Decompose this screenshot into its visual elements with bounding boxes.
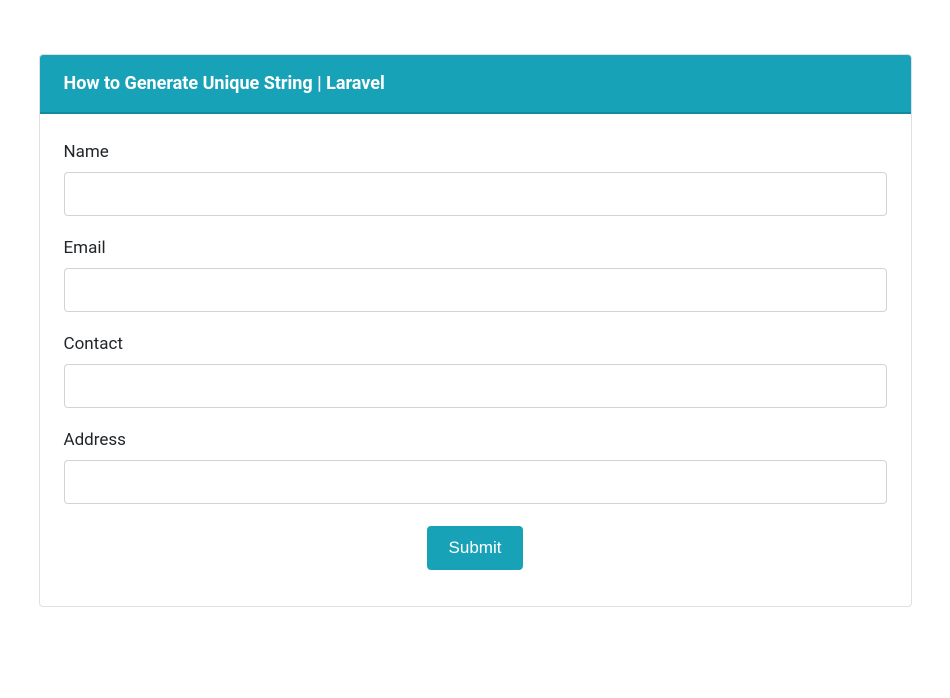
contact-input[interactable] <box>64 364 887 408</box>
form-group-contact: Contact <box>64 334 887 408</box>
card-title: How to Generate Unique String | Laravel <box>64 73 385 94</box>
submit-wrap: Submit <box>64 526 887 570</box>
address-label: Address <box>64 430 887 450</box>
card-body: Name Email Contact Address Submit <box>40 114 911 606</box>
form-group-email: Email <box>64 238 887 312</box>
form-card: How to Generate Unique String | Laravel … <box>39 54 912 607</box>
form-group-address: Address <box>64 430 887 504</box>
submit-button[interactable]: Submit <box>427 526 524 570</box>
contact-label: Contact <box>64 334 887 354</box>
form-group-name: Name <box>64 142 887 216</box>
address-input[interactable] <box>64 460 887 504</box>
name-label: Name <box>64 142 887 162</box>
name-input[interactable] <box>64 172 887 216</box>
card-header: How to Generate Unique String | Laravel <box>40 55 911 114</box>
email-label: Email <box>64 238 887 258</box>
email-input[interactable] <box>64 268 887 312</box>
